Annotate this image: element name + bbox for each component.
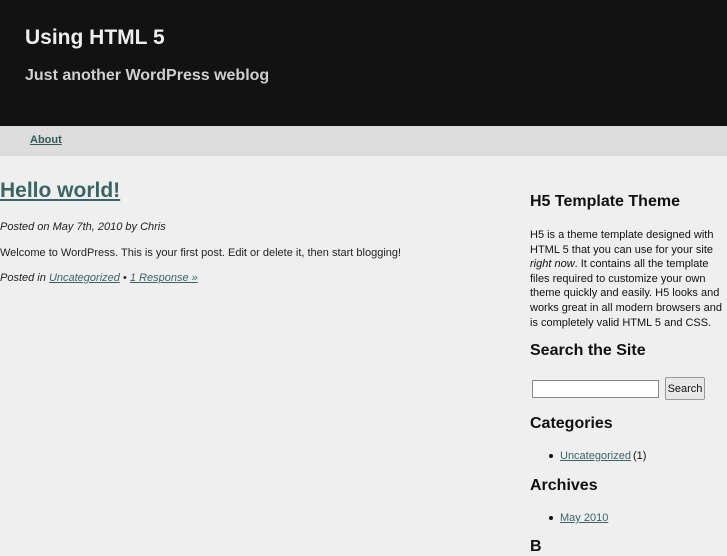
post-responses-link[interactable]: 1 Response »: [130, 272, 198, 284]
about-widget-text: H5 is a theme template designed with HTM…: [530, 228, 725, 330]
archives-widget-title: Archives: [530, 477, 598, 494]
search-widget-title: Search the Site: [530, 342, 646, 359]
search-input[interactable]: [532, 380, 659, 398]
category-count: (1): [633, 450, 647, 462]
list-bullet: [549, 516, 553, 520]
about-text-part-1: H5 is a theme template designed with HTM…: [530, 229, 714, 256]
site-header: Using HTML 5 Just another WordPress webl…: [0, 0, 727, 126]
post-footer: Posted in Uncategorized • 1 Response »: [0, 272, 198, 284]
search-button[interactable]: Search: [665, 377, 705, 400]
post-meta: Posted on May 7th, 2010 by Chris: [0, 221, 166, 233]
post-body: Welcome to WordPress. This is your first…: [0, 247, 402, 259]
main-nav: About: [0, 126, 727, 156]
nav-item-about[interactable]: About: [30, 134, 62, 146]
about-text-emphasis: right now: [530, 258, 575, 271]
list-bullet: [549, 454, 553, 458]
next-widget-title-partial: B: [530, 538, 542, 555]
about-widget-title: H5 Template Theme: [530, 193, 680, 210]
site-title[interactable]: Using HTML 5: [25, 26, 165, 50]
footer-separator: •: [122, 272, 127, 284]
categories-widget-title: Categories: [530, 415, 613, 432]
post-title[interactable]: Hello world!: [0, 179, 120, 203]
archive-link-may-2010[interactable]: May 2010: [560, 512, 608, 524]
by-label: by: [125, 221, 138, 233]
site-tagline: Just another WordPress weblog: [25, 67, 270, 84]
post-author: Chris: [140, 221, 166, 233]
post-category-link[interactable]: Uncategorized: [49, 272, 120, 284]
posted-on-label: Posted on: [0, 221, 50, 233]
category-link-uncategorized[interactable]: Uncategorized: [560, 450, 631, 462]
posted-in-label: Posted in: [0, 272, 46, 284]
post-date: May 7th, 2010: [52, 221, 123, 233]
